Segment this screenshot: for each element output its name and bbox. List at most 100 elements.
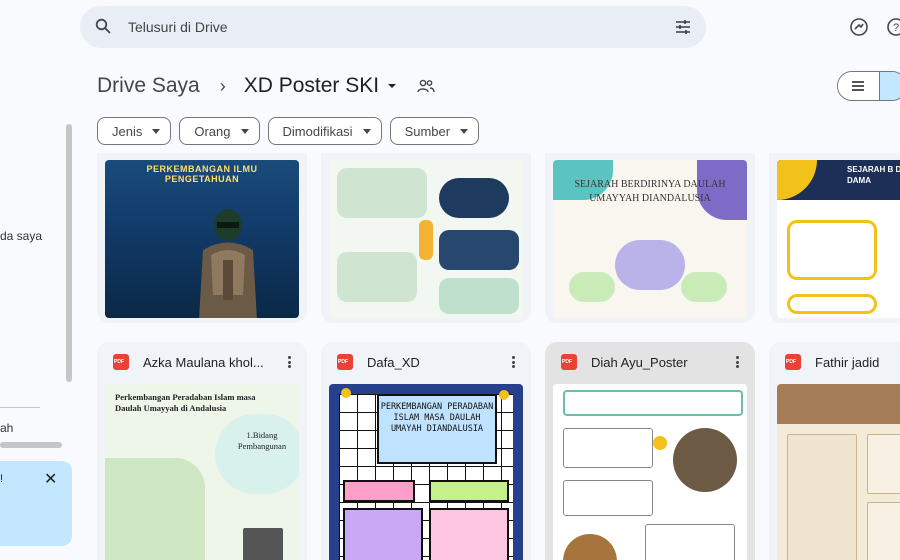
thumbnail-shape: [429, 480, 509, 502]
file-card[interactable]: SEJARAH B DAULAH UM DAMA: [769, 153, 900, 323]
thumbnail-shape: [105, 458, 205, 560]
close-icon[interactable]: ✕: [44, 469, 57, 489]
filter-source[interactable]: Sumber: [389, 117, 480, 145]
pdf-icon: [785, 354, 801, 370]
thumbnail-shape: [439, 278, 519, 314]
file-card-header: Azka Maulana khol...: [97, 342, 307, 382]
sidebar-divider: [0, 407, 40, 408]
search-options-icon[interactable]: [674, 18, 692, 36]
sidebar: da saya ah ! ✕: [0, 0, 76, 560]
more-options-icon[interactable]: [505, 354, 521, 370]
thumbnail-shape: [343, 508, 423, 560]
caret-down-icon: [362, 128, 371, 134]
file-thumbnail: [777, 384, 900, 560]
pdf-icon: [113, 354, 129, 370]
file-card-header: Fathir jadid: [769, 342, 900, 382]
breadcrumb-current-folder[interactable]: XD Poster SKI: [244, 74, 379, 98]
thumbnail-title: PERKEMBANGAN PERADABAN ISLAM MASA DAULAH…: [377, 394, 497, 464]
file-thumbnail: Perkembangan Peradaban Islam masa Daulah…: [105, 384, 299, 560]
filter-type-label: Jenis: [112, 123, 143, 139]
grid-view-button[interactable]: [878, 72, 900, 100]
thumbnail-shape: [653, 436, 667, 450]
banner-text: !: [0, 473, 4, 485]
file-card[interactable]: SEJARAH BERDIRINYA DAULAH UMAYYAH DIANDA…: [545, 153, 755, 323]
thumbnail-shape: [777, 384, 900, 424]
thumbnail-shape: [563, 480, 653, 516]
more-options-icon[interactable]: [281, 354, 297, 370]
thumbnail-shape: [499, 390, 509, 400]
knight-illustration: [199, 209, 257, 318]
thumbnail-title: SEJARAH B DAULAH UM DAMA: [847, 165, 900, 185]
file-card[interactable]: PERKEMBANGAN ILMU PENGETAHUAN: [97, 153, 307, 323]
caret-down-icon: [152, 128, 161, 134]
filter-type[interactable]: Jenis: [97, 117, 172, 145]
breadcrumb-separator: ›: [219, 75, 226, 96]
thumbnail-shape: [673, 428, 737, 492]
thumbnail-shape: [615, 240, 685, 290]
thumbnail-title: PERKEMBANGAN ILMU PENGETAHUAN: [146, 164, 258, 184]
svg-text:?: ?: [893, 22, 899, 34]
thumbnail-shape: [337, 252, 417, 302]
thumbnail-shape: [215, 414, 299, 494]
file-thumbnail: SEJARAH B DAULAH UM DAMA: [777, 160, 900, 318]
sidebar-banner: ! ✕: [0, 461, 72, 546]
shared-folder-icon[interactable]: [417, 79, 435, 93]
thumbnail-shape: [645, 524, 735, 560]
thumbnail-shape: [787, 294, 877, 314]
search-bar[interactable]: [80, 6, 706, 48]
help-icon[interactable]: ?: [886, 17, 900, 37]
filter-source-label: Sumber: [404, 123, 451, 139]
filter-chips: Jenis Orang Dimodifikasi Sumber: [97, 117, 480, 145]
file-name[interactable]: Diah Ayu_Poster: [591, 355, 729, 370]
file-thumbnail: SEJARAH BERDIRINYA DAULAH UMAYYAH DIANDA…: [553, 160, 747, 318]
file-card-header: Dafa_XD: [321, 342, 531, 382]
file-thumbnail: PERKEMBANGAN PERADABAN ISLAM MASA DAULAH…: [329, 384, 523, 560]
thumbnail-shape: [787, 220, 877, 280]
file-card[interactable]: Diah Ayu_Poster: [545, 342, 755, 560]
thumbnail-shape: [569, 272, 615, 302]
file-grid: PERKEMBANGAN ILMU PENGETAHUAN SEJARAH BE…: [97, 153, 900, 560]
file-name[interactable]: Dafa_XD: [367, 355, 505, 370]
list-view-button[interactable]: [838, 72, 879, 100]
file-thumbnail: [329, 160, 523, 318]
thumbnail-shape: [867, 502, 900, 560]
offline-status-icon[interactable]: [849, 17, 869, 37]
breadcrumb-my-drive[interactable]: Drive Saya: [97, 74, 200, 98]
filter-people[interactable]: Orang: [179, 117, 260, 145]
thumbnail-shape: [787, 434, 857, 560]
file-card-header: Diah Ayu_Poster: [545, 342, 755, 382]
thumbnail-title: Perkembangan Peradaban Islam masa Daulah…: [115, 392, 256, 413]
filter-people-label: Orang: [194, 123, 231, 139]
file-name[interactable]: Azka Maulana khol...: [143, 355, 281, 370]
view-toggle[interactable]: [837, 71, 900, 101]
filter-modified[interactable]: Dimodifikasi: [267, 117, 382, 145]
file-card[interactable]: Fathir jadid: [769, 342, 900, 560]
search-input[interactable]: [128, 6, 648, 48]
file-card[interactable]: [321, 153, 531, 323]
thumbnail-subtitle: 1.Bidang Pembangunan: [237, 430, 287, 451]
breadcrumb: Drive Saya › XD Poster SKI: [97, 72, 435, 100]
caret-down-icon: [460, 128, 469, 134]
thumbnail-shape: [681, 272, 727, 302]
thumbnail-title: SEJARAH BERDIRINYA DAULAH UMAYYAH DIANDA…: [574, 179, 726, 204]
file-thumbnail: PERKEMBANGAN ILMU PENGETAHUAN: [105, 160, 299, 318]
list-icon: [852, 81, 865, 91]
thumbnail-shape: [867, 434, 900, 494]
thumbnail-shape: [563, 428, 653, 468]
filter-modified-label: Dimodifikasi: [282, 123, 353, 139]
file-thumbnail: [553, 384, 747, 560]
thumbnail-shape: [341, 388, 351, 398]
file-card[interactable]: Azka Maulana khol... Perkembangan Perada…: [97, 342, 307, 560]
pdf-icon: [561, 354, 577, 370]
sidebar-item-shared-with-me[interactable]: da saya: [0, 229, 42, 243]
more-options-icon[interactable]: [729, 354, 745, 370]
thumbnail-shape: [343, 480, 415, 502]
thumbnail-shape: [337, 168, 427, 218]
file-card[interactable]: Dafa_XD PERKEMBANGAN PERADABAN ISLAM MAS…: [321, 342, 531, 560]
file-name[interactable]: Fathir jadid: [815, 355, 900, 370]
sidebar-scrollbar[interactable]: [66, 124, 72, 382]
chevron-down-icon[interactable]: [387, 82, 397, 90]
search-icon[interactable]: [95, 18, 111, 34]
thumbnail-shape: [439, 178, 509, 218]
thumbnail-shape: [419, 220, 433, 260]
